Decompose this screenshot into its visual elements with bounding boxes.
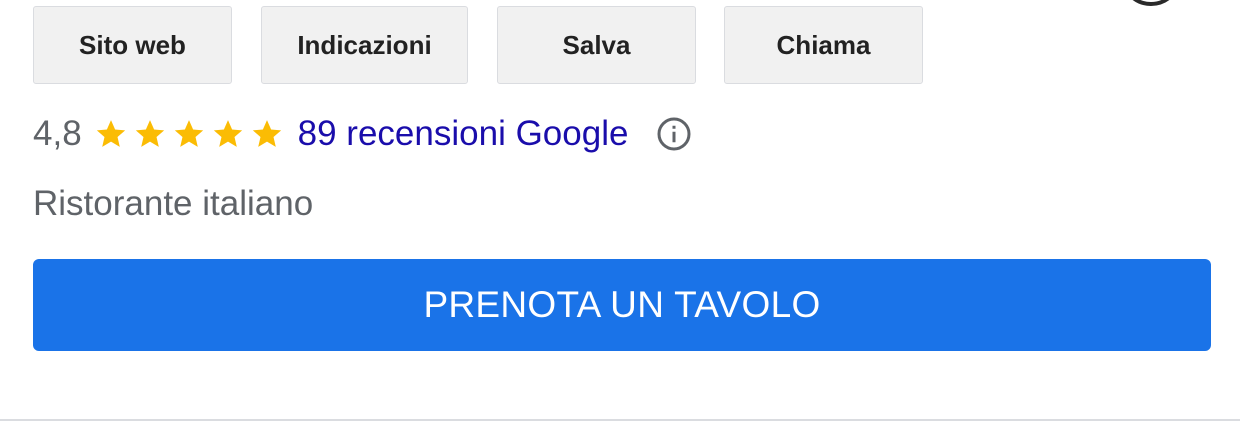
star-icon: [213, 120, 242, 147]
rating-row: 4,8 89 recensioni Google: [33, 110, 692, 158]
reviews-link[interactable]: 89 recensioni Google: [298, 114, 629, 154]
avatar[interactable]: [1120, 0, 1182, 6]
directions-button[interactable]: Indicazioni: [261, 6, 468, 84]
star-icon: [135, 120, 164, 147]
rating-value: 4,8: [33, 114, 82, 153]
business-category: Ristorante italiano: [33, 184, 314, 223]
call-button[interactable]: Chiama: [724, 6, 923, 84]
star-icon: [96, 120, 125, 147]
divider: [0, 419, 1240, 421]
save-button[interactable]: Salva: [497, 6, 696, 84]
rating-stars: [94, 117, 284, 151]
info-icon[interactable]: [656, 116, 692, 152]
star-icon: [174, 120, 203, 147]
website-button[interactable]: Sito web: [33, 6, 232, 84]
star-icon: [252, 120, 281, 147]
reserve-table-button[interactable]: PRENOTA UN TAVOLO: [33, 259, 1211, 351]
